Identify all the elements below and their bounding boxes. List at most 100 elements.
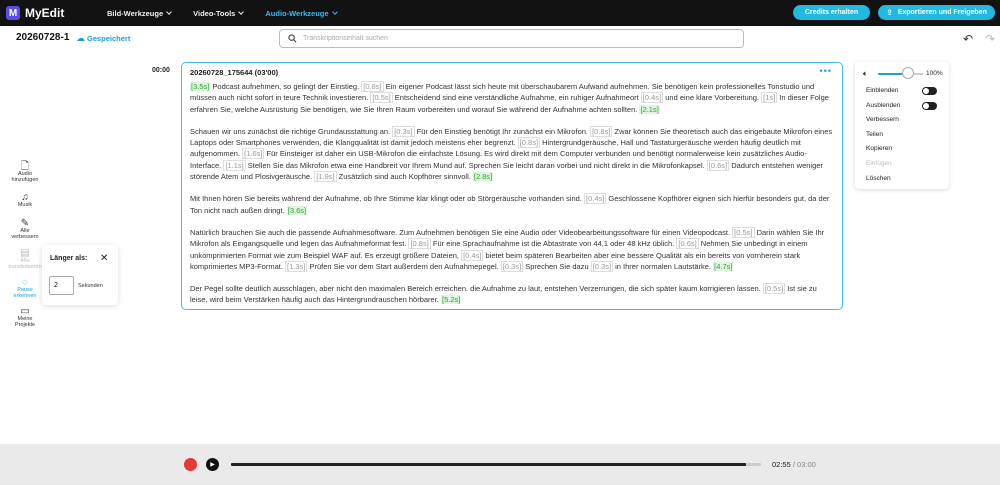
pause-marker[interactable]: [5.2s]: [440, 295, 462, 305]
undo-icon[interactable]: ↶: [963, 32, 973, 46]
search-input[interactable]: [303, 35, 703, 42]
pause-marker[interactable]: [0.5s]: [762, 283, 786, 295]
close-icon[interactable]: ✕: [100, 253, 108, 264]
more-options-icon[interactable]: •••: [820, 66, 832, 76]
music-icon: ♫: [21, 192, 29, 203]
fade-in-toggle[interactable]: [922, 87, 937, 95]
current-time: 02:55: [772, 460, 791, 469]
playback-time: 02:55 / 03:00: [772, 460, 816, 469]
search-icon: [288, 34, 297, 43]
progress-fill: [231, 463, 747, 466]
pause-marker[interactable]: [3.5s]: [190, 82, 211, 91]
sidebar-enhance-all[interactable]: ✎ Alle verbessern: [0, 219, 50, 241]
sidebar-label: verbessern: [11, 234, 39, 240]
transcript-paragraph[interactable]: Der Pegel sollte deutlich ausschlagen, a…: [190, 283, 834, 306]
fade-out-toggle[interactable]: [922, 102, 937, 110]
transcript-text: Stellen Sie das Mikrofon etwa eine Handb…: [245, 160, 707, 170]
sidebar-label: erkennen: [13, 293, 37, 299]
player-bar: ▶ 02:55 / 03:00: [0, 444, 1000, 485]
folder-icon: ▭: [20, 306, 30, 317]
top-bar: M MyEdit Bild-Werkzeuge Video-Tools Audi…: [0, 0, 1000, 26]
menu-paste[interactable]: Einfügen: [866, 160, 892, 167]
pause-marker[interactable]: [1s]: [761, 92, 778, 104]
sidebar-label: hinzufügen: [11, 177, 39, 183]
nav-label: Video-Tools: [193, 8, 236, 18]
pause-marker[interactable]: [0.5s]: [370, 92, 393, 104]
clip-options-panel: 🔈︎ 100% Einblenden Ausblenden Verbessern…: [855, 62, 949, 189]
playback-progress[interactable]: [231, 463, 761, 466]
menu-delete[interactable]: Löschen: [866, 175, 891, 182]
export-share-button[interactable]: ⇪ Exportieren und Freigeben: [878, 5, 995, 20]
pause-marker[interactable]: [0.3s]: [500, 260, 524, 272]
pause-marker[interactable]: [0.4s]: [583, 193, 607, 205]
pause-marker[interactable]: [1.3s]: [285, 260, 308, 272]
transcript-header: 20260728_175644 (03'00): [190, 68, 279, 77]
play-button[interactable]: ▶: [206, 458, 219, 471]
save-status-label: Gespeichert: [87, 34, 131, 43]
nav-video-tools[interactable]: Video-Tools: [193, 8, 245, 18]
transcript-paragraph[interactable]: Schauen wir uns zunächst die richtige Gr…: [190, 125, 834, 183]
pause-marker[interactable]: [3.6s]: [286, 205, 308, 215]
menu-split[interactable]: Teilen: [866, 131, 883, 138]
popup-title: Länger als:: [50, 255, 88, 262]
redo-icon[interactable]: ↷: [985, 32, 995, 46]
export-label: Exportieren und Freigeben: [897, 9, 987, 16]
sidebar-add-audio[interactable]: 🗋 Audio hinzufügen: [0, 162, 50, 184]
pause-marker[interactable]: [0.3s]: [392, 125, 415, 137]
save-status: ☁ Gespeichert: [76, 33, 130, 44]
pause-marker[interactable]: [1.1s]: [223, 159, 246, 171]
transcript-paragraph[interactable]: Natürlich brauchen Sie auch die passende…: [190, 226, 834, 272]
volume-slider-handle[interactable]: [902, 67, 914, 79]
volume-slider[interactable]: [878, 73, 923, 75]
nav-image-tools[interactable]: Bild-Werkzeuge: [107, 9, 172, 18]
main-nav: Bild-Werkzeuge Video-Tools Audio-Werkzeu…: [107, 0, 359, 26]
transcript-body[interactable]: [3.5s] Podcast aufnehmen, so gelingt der…: [190, 81, 834, 306]
pause-marker[interactable]: [2.1s]: [639, 104, 660, 114]
pause-marker[interactable]: [0.4s]: [461, 249, 484, 261]
transcript-paragraph[interactable]: Mit Ihnen hören Sie bereits während der …: [190, 193, 834, 216]
transcript-paragraph[interactable]: [3.5s] Podcast aufnehmen, so gelingt der…: [190, 81, 834, 115]
transcript-text: Zusätzlich sind auch Kopfhörer sinnvoll.: [336, 172, 473, 182]
logo[interactable]: M MyEdit: [6, 6, 64, 20]
pause-marker[interactable]: [2.8s]: [472, 172, 494, 182]
record-button[interactable]: [184, 458, 197, 471]
pause-marker[interactable]: [0.8s]: [590, 125, 613, 137]
pause-marker[interactable]: [0.3s]: [590, 260, 614, 272]
pause-marker[interactable]: [1.9s]: [314, 171, 337, 183]
menu-copy[interactable]: Kopieren: [866, 145, 892, 152]
chevron-down-icon: [166, 9, 172, 15]
pause-marker[interactable]: [0.8s]: [361, 81, 384, 92]
menu-enhance[interactable]: Verbessern: [866, 116, 899, 123]
pause-marker[interactable]: [0.5s]: [732, 226, 755, 238]
transcript-text: Für den Einstieg benötigt Ihr zunächst e…: [414, 126, 591, 136]
pause-marker[interactable]: [4.7s]: [713, 261, 734, 271]
pause-marker[interactable]: [0.8s]: [517, 137, 541, 149]
play-icon: ▶: [210, 462, 215, 468]
nav-audio-tools[interactable]: Audio-Werkzeuge: [265, 8, 338, 18]
transcript-text: Natürlich brauchen Sie auch die passende…: [190, 227, 733, 237]
get-credits-button[interactable]: Credits erhalten: [793, 5, 870, 20]
transcript-block[interactable]: 20260728_175644 (03'00) ••• [3.5s] Podca…: [181, 62, 843, 310]
transcript-text: Prüfen Sie vor dem Start außerdem den Au…: [307, 261, 501, 271]
menu-fade-out[interactable]: Ausblenden: [866, 102, 900, 109]
transcript-search: [279, 29, 744, 48]
transcript-text: und eine klare Vorbereitung.: [663, 93, 762, 103]
sidebar-music[interactable]: ♫ Musik: [0, 192, 50, 209]
pause-marker[interactable]: [0.6s]: [706, 159, 730, 171]
transcript-text: Podcast aufnehmen, so gelingt der Einsti…: [210, 82, 362, 91]
chevron-down-icon: [238, 9, 245, 15]
transcript-text: Mit Ihnen hören Sie bereits während der …: [190, 194, 584, 204]
transcript-text: in Ihrer normalen Lautstärke.: [613, 261, 714, 271]
document-title[interactable]: 20260728-1: [16, 32, 69, 43]
nav-label: Audio-Werkzeuge: [265, 8, 329, 18]
sidebar-label: transkribieren: [8, 264, 42, 270]
pause-marker[interactable]: [0.4s]: [640, 92, 664, 104]
pause-marker[interactable]: [0.6s]: [676, 238, 699, 250]
pause-marker[interactable]: [1.6s]: [242, 148, 265, 160]
pause-marker[interactable]: [0.8s]: [408, 238, 431, 250]
volume-icon: 🔈︎: [863, 69, 868, 78]
menu-fade-in[interactable]: Einblenden: [866, 87, 899, 94]
pause-duration-input[interactable]: [49, 276, 74, 295]
logo-icon: M: [6, 6, 20, 20]
sidebar-my-projects[interactable]: ▭ Meine Projekte: [0, 306, 50, 329]
